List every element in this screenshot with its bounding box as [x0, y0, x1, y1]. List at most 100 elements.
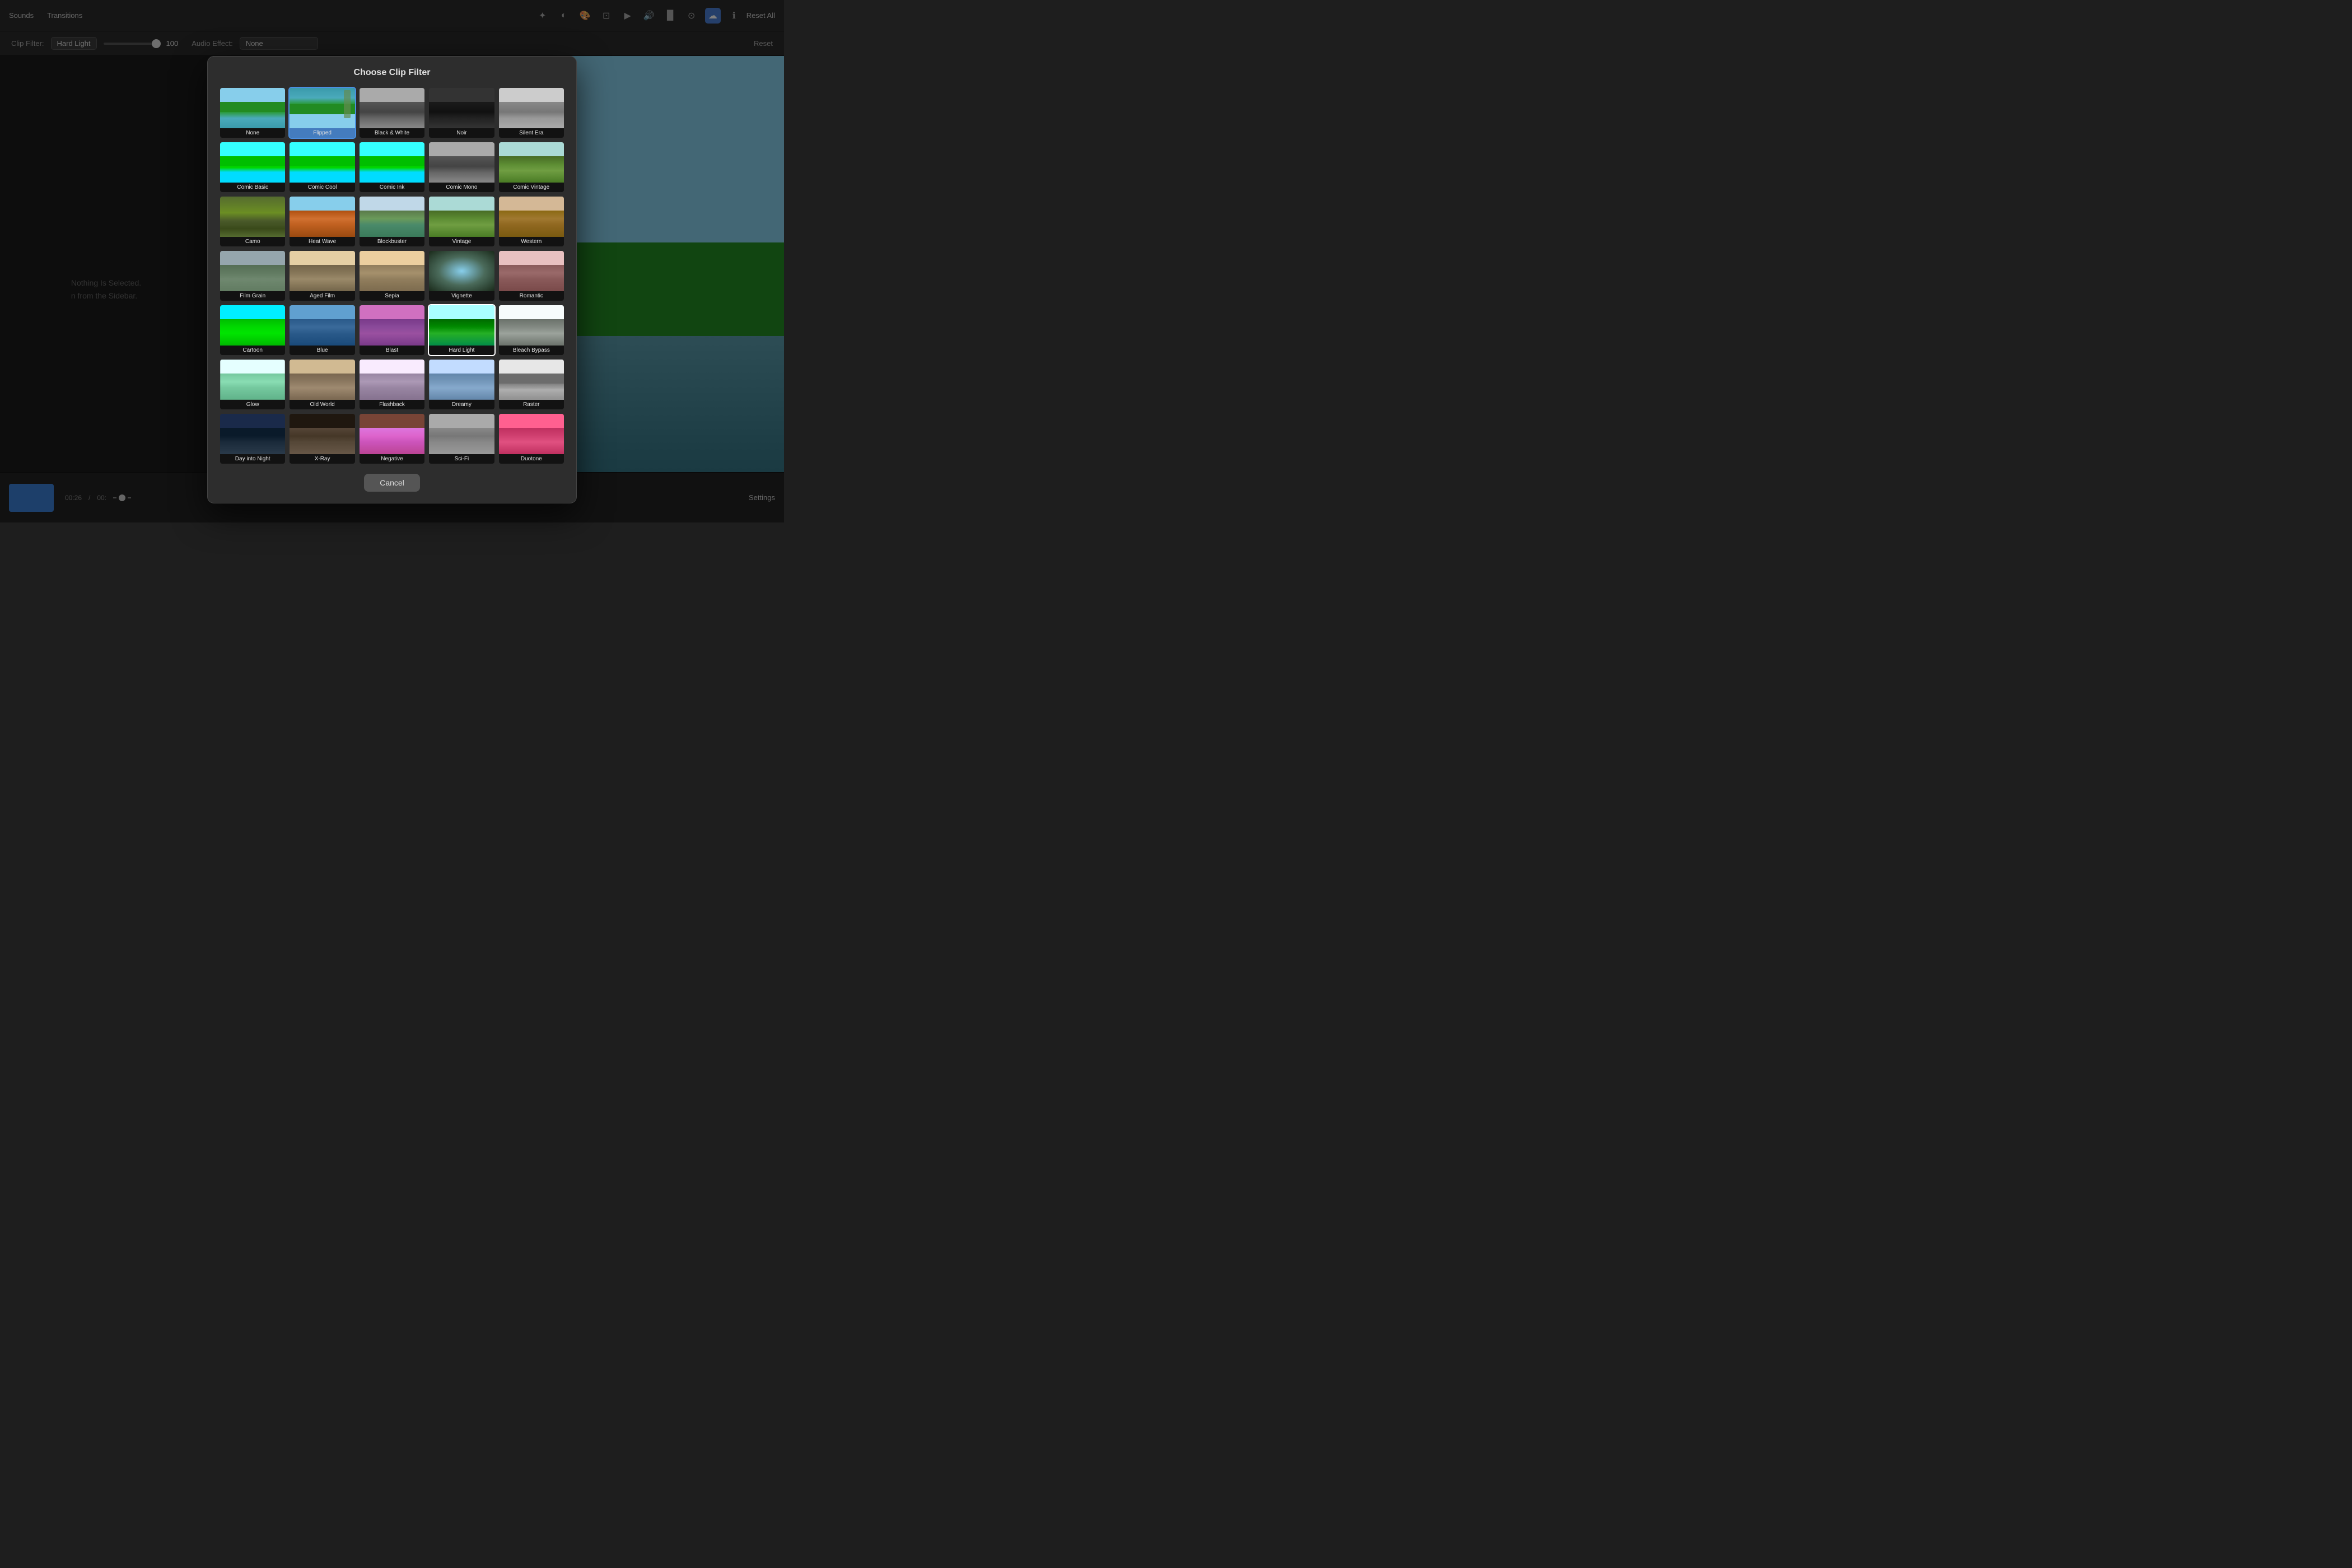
- filter-thumb-camo: [220, 197, 285, 237]
- filter-thumb-daynight: [220, 414, 285, 454]
- filter-thumb-comicbasic: [220, 142, 285, 183]
- filter-item-raster[interactable]: Raster: [498, 358, 565, 410]
- filter-label-blue: Blue: [290, 346, 354, 355]
- dialog-footer: Cancel: [219, 474, 565, 492]
- filter-thumb-sepia: [360, 251, 424, 291]
- filter-scene-comicmono: [429, 142, 494, 183]
- filter-scene-noir: [429, 88, 494, 128]
- filter-item-heatwave[interactable]: Heat Wave: [288, 195, 356, 248]
- filter-thumb-bleach: [499, 305, 564, 346]
- filter-thumb-comicvintage: [499, 142, 564, 183]
- filter-item-comicvintage[interactable]: Comic Vintage: [498, 141, 565, 193]
- filter-label-daynight: Day into Night: [220, 454, 285, 464]
- filter-scene-flashback: [360, 360, 424, 400]
- filter-item-comicmono[interactable]: Comic Mono: [428, 141, 495, 193]
- filter-item-vignette[interactable]: Vignette: [428, 250, 495, 302]
- filter-item-dreamy[interactable]: Dreamy: [428, 358, 495, 410]
- filter-label-comicink: Comic Ink: [360, 183, 424, 192]
- filter-scene-glow: [220, 360, 285, 400]
- filter-item-hardlight[interactable]: Hard Light: [428, 304, 495, 356]
- filter-thumb-blast: [360, 305, 424, 346]
- filter-item-flipped[interactable]: Flipped: [288, 87, 356, 139]
- filter-label-scifi: Sci-Fi: [429, 454, 494, 464]
- filter-item-filmgrain[interactable]: Film Grain: [219, 250, 286, 302]
- filter-scene-cartoon: [220, 305, 285, 346]
- filter-item-vintage[interactable]: Vintage: [428, 195, 495, 248]
- filter-scene-comicink: [360, 142, 424, 183]
- filter-item-camo[interactable]: Camo: [219, 195, 286, 248]
- filter-item-blockbuster[interactable]: Blockbuster: [358, 195, 426, 248]
- filter-scene-filmgrain: [220, 251, 285, 291]
- filter-scene-comicbasic: [220, 142, 285, 183]
- filter-scene-hardlight: [429, 305, 494, 346]
- filter-item-sepia[interactable]: Sepia: [358, 250, 426, 302]
- cancel-button[interactable]: Cancel: [364, 474, 420, 492]
- filter-scene-blue: [290, 305, 354, 346]
- filter-item-bw[interactable]: Black & White: [358, 87, 426, 139]
- filter-item-oldworld[interactable]: Old World: [288, 358, 356, 410]
- filter-item-comicink[interactable]: Comic Ink: [358, 141, 426, 193]
- tree-overlay-flipped: [344, 90, 351, 118]
- filter-item-cartoon[interactable]: Cartoon: [219, 304, 286, 356]
- filter-item-western[interactable]: Western: [498, 195, 565, 248]
- filter-thumb-agedfilm: [290, 251, 354, 291]
- filter-item-bleach[interactable]: Bleach Bypass: [498, 304, 565, 356]
- filter-label-hardlight: Hard Light: [429, 346, 494, 355]
- filter-scene-blockbuster: [360, 197, 424, 237]
- filter-thumb-dreamy: [429, 360, 494, 400]
- filter-label-flipped: Flipped: [290, 128, 354, 138]
- filter-scene-bleach: [499, 305, 564, 346]
- filter-label-none: None: [220, 128, 285, 138]
- filter-label-cartoon: Cartoon: [220, 346, 285, 355]
- filter-scene-vintage: [429, 197, 494, 237]
- filter-scene-oldworld: [290, 360, 354, 400]
- filter-item-scifi[interactable]: Sci-Fi: [428, 413, 495, 465]
- filter-thumb-comicink: [360, 142, 424, 183]
- filter-thumb-duotone: [499, 414, 564, 454]
- filter-thumb-glow: [220, 360, 285, 400]
- filter-item-xray[interactable]: X-Ray: [288, 413, 356, 465]
- filter-item-romantic[interactable]: Romantic: [498, 250, 565, 302]
- filter-item-comiccool[interactable]: Comic Cool: [288, 141, 356, 193]
- filter-thumb-romantic: [499, 251, 564, 291]
- filter-item-comicbasic[interactable]: Comic Basic: [219, 141, 286, 193]
- filter-item-blast[interactable]: Blast: [358, 304, 426, 356]
- filter-item-blue[interactable]: Blue: [288, 304, 356, 356]
- filter-scene-camo: [220, 197, 285, 237]
- filter-label-romantic: Romantic: [499, 291, 564, 301]
- filter-item-silera[interactable]: Silent Era: [498, 87, 565, 139]
- filter-scene-xray: [290, 414, 354, 454]
- filter-item-flashback[interactable]: Flashback: [358, 358, 426, 410]
- filter-label-camo: Camo: [220, 237, 285, 246]
- filter-item-duotone[interactable]: Duotone: [498, 413, 565, 465]
- filter-label-comicvintage: Comic Vintage: [499, 183, 564, 192]
- filter-scene-comicvintage: [499, 142, 564, 183]
- filter-thumb-filmgrain: [220, 251, 285, 291]
- filter-label-bw: Black & White: [360, 128, 424, 138]
- filter-scene-romantic: [499, 251, 564, 291]
- filter-item-none[interactable]: None: [219, 87, 286, 139]
- filter-label-vintage: Vintage: [429, 237, 494, 246]
- filter-label-western: Western: [499, 237, 564, 246]
- filter-label-noir: Noir: [429, 128, 494, 138]
- filter-scene-daynight: [220, 414, 285, 454]
- filter-thumb-raster: [499, 360, 564, 400]
- filter-item-noir[interactable]: Noir: [428, 87, 495, 139]
- filter-scene-vignette: [429, 251, 494, 291]
- filter-thumb-western: [499, 197, 564, 237]
- filter-thumb-negative: [360, 414, 424, 454]
- filter-item-agedfilm[interactable]: Aged Film: [288, 250, 356, 302]
- filter-thumb-noir: [429, 88, 494, 128]
- filter-thumb-heatwave: [290, 197, 354, 237]
- filter-thumb-flipped: [290, 88, 354, 128]
- filter-thumb-hardlight: [429, 305, 494, 346]
- filter-scene-scifi: [429, 414, 494, 454]
- filter-label-flashback: Flashback: [360, 400, 424, 409]
- filter-thumb-blockbuster: [360, 197, 424, 237]
- filter-thumb-silera: [499, 88, 564, 128]
- filter-item-negative[interactable]: Negative: [358, 413, 426, 465]
- filter-thumb-blue: [290, 305, 354, 346]
- filter-item-glow[interactable]: Glow: [219, 358, 286, 410]
- filter-thumb-comicmono: [429, 142, 494, 183]
- filter-item-daynight[interactable]: Day into Night: [219, 413, 286, 465]
